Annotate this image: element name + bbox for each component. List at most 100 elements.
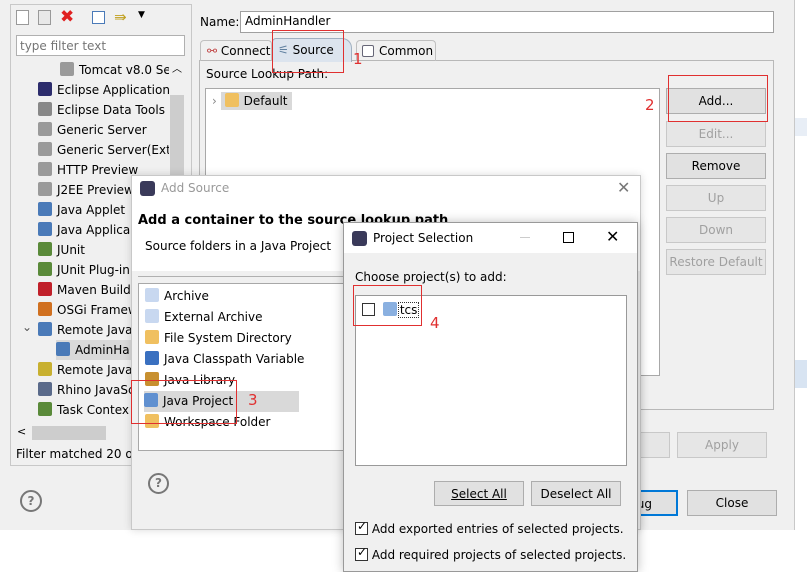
- tree-item[interactable]: Generic Server(Exte: [38, 140, 169, 160]
- tree-item[interactable]: JUnit Plug-in: [38, 260, 130, 280]
- tree-item[interactable]: Eclipse Data Tools: [38, 100, 165, 120]
- tree-item-label: Eclipse Application: [57, 83, 169, 97]
- tree-item[interactable]: Eclipse Application: [38, 80, 169, 100]
- tree-item[interactable]: Generic Server: [38, 120, 147, 140]
- connect-icon: ⚯: [207, 44, 218, 58]
- apply-button[interactable]: Apply: [677, 432, 767, 458]
- annotation-box-3: [131, 380, 237, 424]
- tab-common[interactable]: Common: [356, 40, 436, 61]
- database-icon: [38, 102, 52, 116]
- tree-item[interactable]: Tomcat v8.0 Ser: [60, 60, 169, 80]
- duplicate-icon[interactable]: [38, 10, 51, 25]
- close-icon[interactable]: ✕: [617, 178, 630, 197]
- scrollbar-thumb[interactable]: [32, 426, 106, 440]
- checkbox[interactable]: ✓: [355, 545, 368, 561]
- tree-item-default[interactable]: › Default: [212, 91, 292, 111]
- annotation-label-1: 1: [353, 50, 363, 68]
- annotation-box-2: [668, 75, 768, 122]
- rhino-icon: [38, 382, 52, 396]
- container-type-item[interactable]: External Archive: [145, 307, 263, 328]
- folder-icon: [224, 93, 239, 107]
- down-button[interactable]: Down: [666, 217, 766, 243]
- dialog-title: Add Source: [161, 181, 230, 195]
- eclipse-icon: [140, 181, 155, 196]
- maximize-icon[interactable]: [563, 232, 574, 243]
- container-type-label: Java Classpath Variable: [164, 352, 305, 366]
- task-icon: [38, 402, 52, 416]
- tree-item-label: J2EE Preview: [57, 183, 134, 197]
- tree-item[interactable]: ⌄ Remote Java: [22, 320, 133, 340]
- tree-item[interactable]: Remote Java: [38, 360, 132, 380]
- eclipse-icon: [352, 231, 367, 246]
- tree-item[interactable]: OSGi Framew: [38, 300, 138, 320]
- scroll-up-icon[interactable]: ︿: [172, 60, 182, 75]
- filter-input[interactable]: [16, 35, 185, 56]
- junit-plugin-icon: [38, 262, 52, 276]
- tree-item-label: Rhino JavaSc: [57, 383, 135, 397]
- name-label: Name:: [200, 15, 240, 29]
- select-all-button[interactable]: Select All: [434, 481, 524, 506]
- toolbar: ✖ ⇛ ▼: [14, 8, 184, 28]
- tree-item[interactable]: Rhino JavaSc: [38, 380, 135, 400]
- junit-icon: [38, 242, 52, 256]
- minimize-icon[interactable]: [520, 237, 530, 238]
- deselect-all-button[interactable]: Deselect All: [531, 481, 621, 506]
- collapse-chevron-icon[interactable]: ⌄: [22, 317, 32, 337]
- tree-item-label: Generic Server(Exte: [57, 143, 169, 157]
- prompt-label: Choose project(s) to add:: [355, 270, 507, 284]
- dialog-subheading: Source folders in a Java Project: [145, 239, 332, 253]
- option-exported-entries[interactable]: ✓ Add exported entries of selected proje…: [355, 519, 624, 536]
- container-type-item[interactable]: Archive: [145, 286, 209, 307]
- close-icon[interactable]: ✕: [606, 227, 619, 246]
- tree-item[interactable]: Maven Build: [38, 280, 131, 300]
- option-required-projects[interactable]: ✓ Add required projects of selected proj…: [355, 545, 626, 562]
- restore-default-button[interactable]: Restore Default: [666, 249, 766, 275]
- maven-icon: [38, 282, 52, 296]
- edit-button[interactable]: Edit...: [666, 121, 766, 147]
- container-type-item[interactable]: File System Directory: [145, 328, 292, 349]
- annotation-label-3: 3: [248, 391, 258, 409]
- osgi-icon: [38, 302, 52, 316]
- tab-connect[interactable]: ⚯ Connect: [200, 40, 272, 61]
- remote-java-icon: [56, 342, 70, 356]
- server-icon: [60, 62, 74, 76]
- server-icon: [38, 162, 52, 176]
- tree-item-label: Generic Server: [57, 123, 147, 137]
- tree-item-label: Remote Java: [57, 323, 133, 337]
- project-selection-dialog: Project Selection ✕ Choose project(s) to…: [343, 222, 638, 572]
- server-icon: [38, 182, 52, 196]
- tree-item[interactable]: Task Contex: [38, 400, 129, 420]
- scroll-left-icon[interactable]: <: [17, 425, 26, 438]
- container-type-icon: [145, 351, 159, 365]
- tree-item[interactable]: HTTP Preview: [38, 160, 138, 180]
- tree-item-label: AdminHa: [75, 343, 130, 357]
- remote-app-icon: [38, 362, 52, 376]
- tree-item[interactable]: JUnit: [38, 240, 85, 260]
- tree-item[interactable]: Java Applet: [38, 200, 125, 220]
- new-config-icon[interactable]: [16, 10, 29, 25]
- remove-button[interactable]: Remove: [666, 153, 766, 179]
- expand-chevron-icon[interactable]: ›: [212, 94, 217, 108]
- tree-item[interactable]: J2EE Preview: [38, 180, 134, 200]
- tree-item-label: OSGi Framew: [57, 303, 138, 317]
- help-icon[interactable]: ?: [20, 490, 42, 512]
- tree-item-label: HTTP Preview: [57, 163, 139, 177]
- annotation-label-2: 2: [645, 96, 655, 114]
- collapse-all-icon[interactable]: [92, 11, 105, 24]
- tree-item-label: Java Applica: [57, 223, 131, 237]
- up-button[interactable]: Up: [666, 185, 766, 211]
- checkbox[interactable]: ✓: [355, 519, 368, 535]
- tree-item-label: Maven Build: [57, 283, 131, 297]
- tree-item[interactable]: Java Applica: [38, 220, 130, 240]
- help-icon[interactable]: ?: [148, 473, 169, 494]
- applet-icon: [38, 202, 52, 216]
- annotation-box-1: [272, 30, 344, 73]
- tree-item-label: Eclipse Data Tools: [57, 103, 165, 117]
- dropdown-icon[interactable]: ▼: [138, 10, 145, 20]
- close-button[interactable]: Close: [687, 490, 777, 516]
- container-type-icon: [145, 309, 159, 323]
- right-edge-background: [795, 360, 807, 388]
- filter-icon[interactable]: ⇛: [114, 8, 127, 26]
- container-type-item[interactable]: Java Classpath Variable: [145, 349, 304, 370]
- delete-icon[interactable]: ✖: [60, 8, 74, 26]
